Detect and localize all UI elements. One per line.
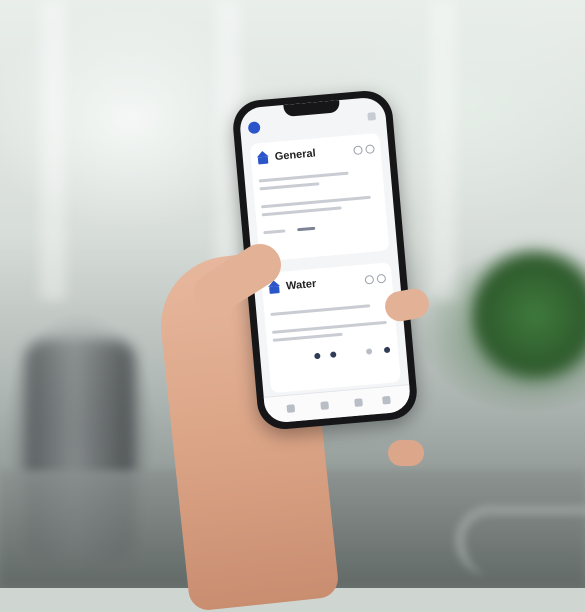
card-title: General — [274, 147, 317, 163]
text-line — [259, 182, 320, 191]
profile-icon[interactable] — [247, 121, 261, 135]
card-title: Water — [285, 277, 317, 293]
tab-icon[interactable] — [286, 404, 296, 413]
settings-icon[interactable] — [364, 274, 375, 285]
info-icon[interactable] — [365, 144, 375, 155]
text-line — [260, 195, 371, 209]
card-header: General — [256, 141, 375, 167]
info-icon[interactable] — [376, 273, 387, 284]
finger — [388, 440, 424, 466]
text-line — [261, 206, 342, 217]
text-line — [258, 171, 349, 183]
text-line — [271, 320, 387, 334]
text-line — [297, 226, 316, 232]
general-card[interactable]: General — [249, 132, 390, 262]
phone-notch — [283, 100, 341, 117]
text-line — [263, 229, 286, 235]
faucet — [455, 505, 585, 575]
menu-icon[interactable] — [367, 112, 376, 121]
tab-icon[interactable] — [382, 395, 391, 405]
status-dot[interactable] — [365, 348, 373, 355]
home-icon — [268, 282, 281, 293]
status-dot[interactable] — [383, 346, 391, 354]
card-header: Water — [268, 271, 387, 297]
houseplant — [470, 240, 585, 390]
text-line — [272, 332, 343, 342]
status-dot[interactable] — [314, 352, 321, 360]
text-line — [270, 304, 371, 316]
window-frame — [40, 0, 66, 300]
window-frame — [430, 0, 456, 300]
water-card[interactable]: Water — [260, 262, 401, 394]
status-dot[interactable] — [330, 351, 337, 358]
settings-icon[interactable] — [353, 145, 363, 156]
tab-icon[interactable] — [320, 401, 330, 410]
home-icon — [256, 153, 269, 164]
tab-icon[interactable] — [354, 398, 363, 407]
